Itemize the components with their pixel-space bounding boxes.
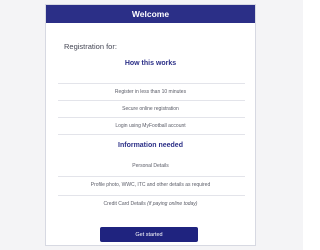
how-item-3: Login using MyFootball account — [115, 123, 186, 129]
info-item-3: Credit Card Details (if paying online to… — [46, 201, 255, 207]
get-started-button[interactable]: Get started — [100, 227, 198, 242]
how-item-2: Secure online registration — [122, 106, 179, 112]
divider — [58, 83, 245, 84]
divider — [58, 100, 245, 101]
welcome-card: Welcome Registration for: How this works… — [45, 4, 256, 246]
how-it-works-title: How this works — [124, 60, 177, 67]
divider — [58, 134, 245, 135]
info-item-2: Profile photo, WWC, ITC and other detail… — [90, 182, 211, 188]
registration-intro: Registration for: — [64, 42, 117, 51]
divider — [58, 176, 245, 177]
page: Welcome Registration for: How this works… — [0, 0, 303, 250]
payment-details-text: Credit Card Details — [103, 201, 148, 207]
information-needed-title: Information needed — [118, 142, 183, 149]
divider — [58, 195, 245, 196]
card-header: Welcome — [46, 5, 255, 23]
how-item-1: Register in less than 10 minutes — [114, 89, 187, 95]
payment-details-note: (if paying online today) — [147, 201, 198, 207]
divider — [58, 117, 245, 118]
info-item-1: Personal Details — [132, 163, 169, 169]
